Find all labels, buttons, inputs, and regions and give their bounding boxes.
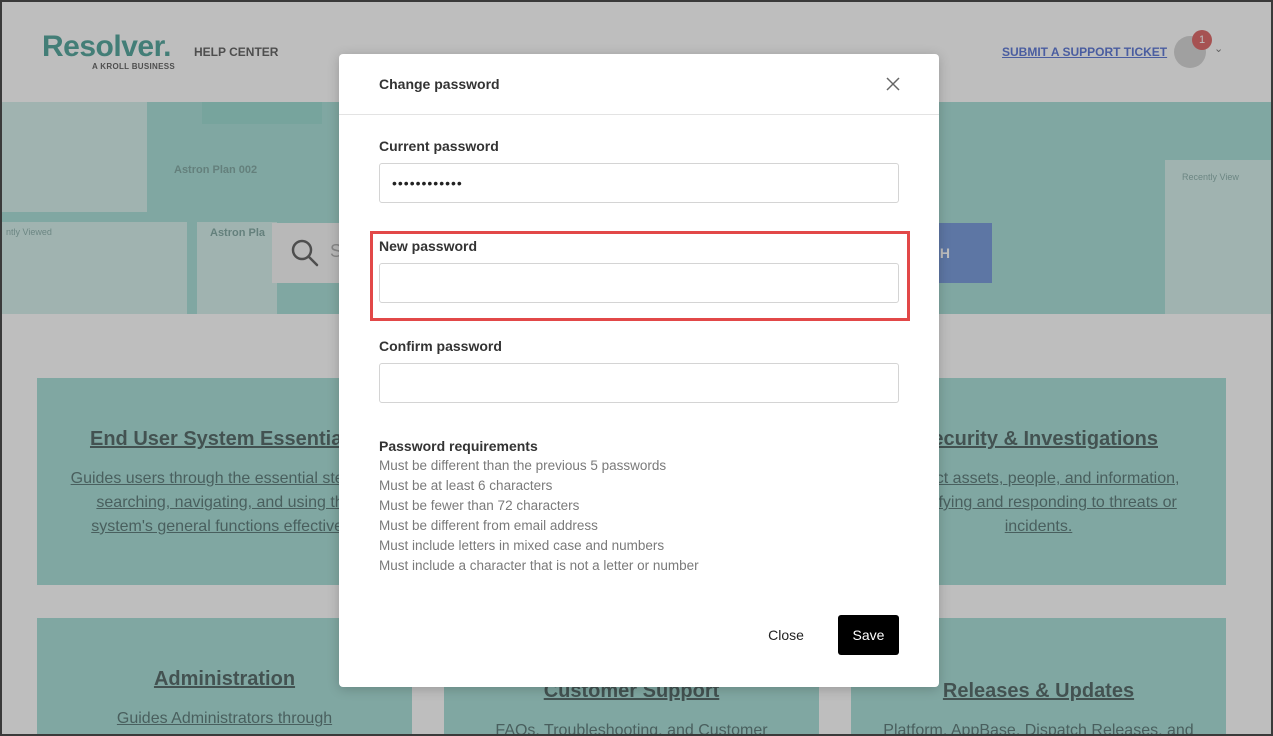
confirm-password-input[interactable] [379, 363, 899, 403]
save-button[interactable]: Save [838, 615, 899, 655]
modal-title: Change password [379, 76, 500, 92]
requirements-list: Must be different than the previous 5 pa… [379, 457, 699, 577]
requirements-title: Password requirements [379, 438, 538, 454]
requirement-item: Must be at least 6 characters [379, 478, 553, 493]
close-button[interactable]: Close [751, 615, 821, 655]
requirement-item: Must include letters in mixed case and n… [379, 538, 665, 553]
close-icon[interactable] [883, 74, 903, 94]
modal-header: Change password [339, 54, 939, 115]
current-password-label: Current password [379, 138, 499, 154]
requirement-item: Must be different than the previous 5 pa… [379, 458, 667, 473]
browser-frame: Resolver. A KROLL BUSINESS HELP CENTER S… [0, 0, 1273, 736]
change-password-dialog: Change password Current password New pas… [339, 54, 939, 687]
requirement-item: Must be fewer than 72 characters [379, 498, 580, 513]
confirm-password-label: Confirm password [379, 338, 502, 354]
current-password-input[interactable] [379, 163, 899, 203]
requirement-item: Must be different from email address [379, 518, 598, 533]
requirement-item: Must include a character that is not a l… [379, 558, 699, 573]
new-password-highlight [370, 231, 910, 321]
